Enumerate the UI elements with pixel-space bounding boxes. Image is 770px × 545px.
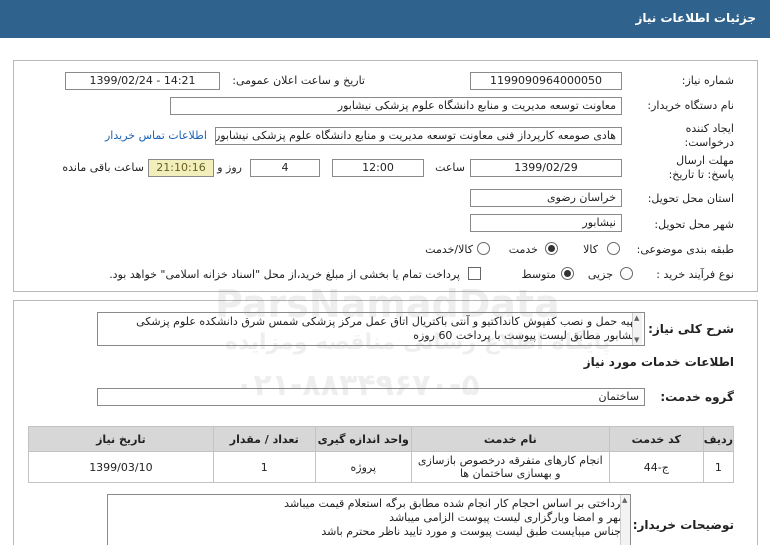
treasury-payment-checkbox[interactable] [468, 267, 481, 280]
col-service-name: نام خدمت [410, 426, 610, 452]
city-label: شهر محل تحویل: [654, 218, 734, 231]
process-option-medium: متوسط [521, 268, 556, 281]
province-label: استان محل تحویل: [647, 192, 734, 205]
process-option-minor: جزیی [587, 268, 613, 281]
scroll-up-icon: ▲ [634, 314, 640, 322]
col-need-date: تاریخ نیاز [28, 426, 214, 452]
row-need-date: 1399/03/10 [28, 451, 214, 483]
row-service-name: انجام کارهای متفرقه درخصوص بازسازی و بهس… [410, 451, 610, 483]
service-group-field[interactable]: ساختمان [97, 388, 645, 406]
page-header: جزئیات اطلاعات نیاز [0, 0, 770, 38]
process-radio-medium[interactable] [561, 267, 574, 280]
treasury-payment-note: پرداخت تمام یا بخشی از مبلغ خرید،از محل … [109, 268, 460, 281]
buyer-org-field[interactable]: معاونت توسعه مدیریت و منابع دانشگاه علوم… [170, 97, 622, 115]
services-section-title: اطلاعات خدمات مورد نیاز [583, 355, 734, 369]
buyer-notes-scrollbar[interactable]: ▲ [620, 495, 630, 545]
creator-field[interactable]: هادی صومعه کارپرداز فنی معاونت توسعه مدی… [215, 127, 622, 145]
announce-datetime-label: تاریخ و ساعت اعلان عمومی: [232, 74, 365, 87]
need-number-field[interactable]: 1199090964000050 [470, 72, 622, 90]
services-table: ردیف کد خدمت نام خدمت واحد اندازه گیری ت… [28, 426, 735, 483]
category-radio-service[interactable] [545, 242, 558, 255]
category-option-goods: کالا [583, 243, 598, 256]
creator-label-text: ایجاد کننده درخواست: [684, 122, 734, 149]
buyer-contact-link[interactable]: اطلاعات تماس خریدار [105, 129, 207, 142]
process-radio-minor[interactable] [620, 267, 633, 280]
need-description-text: تهیه حمل و نصب کفپوش کانداکتیو و آنتی با… [136, 315, 638, 342]
remaining-time-label: ساعت باقی مانده [62, 161, 144, 174]
deadline-time-field[interactable]: 12:00 [332, 159, 424, 177]
row-unit: پروژه [314, 451, 412, 483]
category-label: طبقه بندی موضوعی: [636, 243, 734, 256]
row-index: 1 [702, 451, 735, 483]
service-group-label: گروه خدمت: [660, 390, 734, 404]
province-field[interactable]: خراسان رضوی [470, 189, 622, 207]
table-row: 1 ج-44 انجام کارهای متفرقه درخصوص بازساز… [28, 451, 735, 483]
buyer-note-line: مهر و امضا وبارگزاری لیست پیوست الزامی م… [389, 511, 624, 524]
scroll-down-icon: ▼ [634, 336, 640, 344]
scroll-up-icon: ▲ [622, 496, 628, 504]
buyer-org-label: نام دستگاه خریدار: [647, 99, 734, 112]
category-radio-goods-service[interactable] [477, 242, 490, 255]
deadline-label: مهلت ارسال پاسخ: تا تاریخ: [656, 154, 734, 182]
remaining-days-field[interactable]: 4 [250, 159, 320, 177]
buyer-note-line: پرداختی بر اساس احجام کار انجام شده مطاب… [284, 497, 624, 510]
deadline-label-text: مهلت ارسال پاسخ: تا تاریخ: [668, 154, 734, 181]
col-unit: واحد اندازه گیری [314, 426, 412, 452]
remaining-time-field: 21:10:16 [148, 159, 214, 177]
need-description-textarea[interactable]: تهیه حمل و نصب کفپوش کانداکتیو و آنتی با… [97, 312, 645, 346]
buyer-notes-textarea[interactable]: پرداختی بر اساس احجام کار انجام شده مطاب… [107, 494, 631, 545]
buyer-note-line: اجناس میبایست طبق لیست پیوست و مورد تایی… [321, 525, 624, 538]
need-description-label: شرح کلی نیاز: [648, 322, 734, 336]
need-number-label: شماره نیاز: [681, 74, 734, 87]
row-service-code: ج-44 [608, 451, 704, 483]
category-option-service: خدمت [508, 243, 538, 256]
deadline-time-label: ساعت [435, 161, 465, 174]
col-service-code: کد خدمت [608, 426, 704, 452]
page-title: جزئیات اطلاعات نیاز [635, 11, 756, 25]
category-radio-goods[interactable] [607, 242, 620, 255]
creator-label: ایجاد کننده درخواست: [654, 122, 734, 150]
col-quantity: تعداد / مقدار [212, 426, 316, 452]
need-description-scrollbar[interactable]: ▲ ▼ [632, 313, 642, 345]
row-quantity: 1 [212, 451, 316, 483]
remaining-days-label: روز و [217, 161, 242, 174]
services-table-header: ردیف کد خدمت نام خدمت واحد اندازه گیری ت… [28, 426, 735, 452]
process-type-label: نوع فرآیند خرید : [656, 268, 734, 281]
category-option-goods-service: کالا/خدمت [425, 243, 473, 256]
deadline-date-field[interactable]: 1399/02/29 [470, 159, 622, 177]
announce-datetime-field[interactable]: 1399/02/24 - 14:21 [65, 72, 220, 90]
buyer-notes-label: توضیحات خریدار: [632, 518, 734, 532]
city-field[interactable]: نیشابور [470, 214, 622, 232]
col-row-number: ردیف [702, 426, 735, 452]
